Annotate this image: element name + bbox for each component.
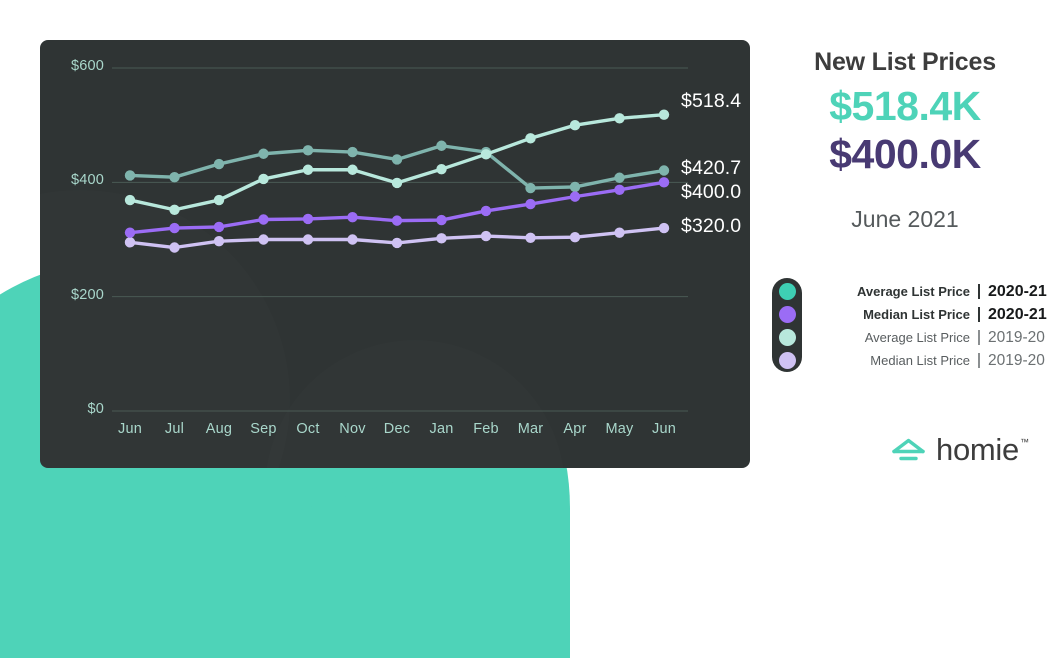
page-title: New List Prices xyxy=(814,48,996,76)
data-point xyxy=(569,119,581,131)
legend-year: 2019-20 xyxy=(988,328,1045,346)
period-label: June 2021 xyxy=(851,206,959,232)
data-point xyxy=(658,165,670,176)
legend-row[interactable]: Average List Price 2019-20 xyxy=(808,326,1056,349)
data-point xyxy=(614,184,625,195)
legend-color-dot xyxy=(779,329,796,346)
legend-color-dot xyxy=(779,352,796,369)
logo-wordmark: homie xyxy=(936,432,1019,467)
data-point xyxy=(658,222,670,234)
data-point xyxy=(213,194,225,206)
legend-year: 2019-20 xyxy=(988,351,1045,369)
legend-year: 2020-21 xyxy=(988,282,1047,300)
legend-divider xyxy=(978,353,980,368)
series-end-value: $518.4 xyxy=(681,89,742,112)
legend-divider xyxy=(978,307,980,322)
data-point xyxy=(436,214,447,226)
chart-legend: Average List Price 2020-21 Median List Pri… xyxy=(766,272,1056,378)
data-point xyxy=(213,158,225,170)
data-point xyxy=(347,212,358,223)
data-point xyxy=(525,232,536,243)
legend-divider xyxy=(978,330,980,345)
data-point xyxy=(302,145,314,156)
data-point xyxy=(169,171,180,183)
data-point xyxy=(436,233,447,244)
y-axis-tick-label: $600 xyxy=(70,58,104,74)
x-axis-tick-label: Jun xyxy=(652,421,676,437)
data-point xyxy=(436,163,447,175)
data-point xyxy=(525,182,536,194)
legend-series-name: Average List Price xyxy=(864,330,970,345)
y-axis-tick-label: $200 xyxy=(70,286,104,303)
data-point xyxy=(569,181,581,193)
data-point xyxy=(213,236,225,247)
legend-row[interactable]: Average List Price 2020-21 xyxy=(808,280,1056,303)
data-point xyxy=(525,198,536,210)
data-point xyxy=(436,140,447,151)
homie-logo: homie ™ xyxy=(890,432,1029,468)
series-end-value: $320.0 xyxy=(681,215,742,238)
data-point xyxy=(391,177,403,189)
data-point xyxy=(258,214,269,225)
data-point xyxy=(347,164,358,175)
legend-color-dot xyxy=(779,306,796,323)
y-axis-tick-label: $400 xyxy=(70,172,104,189)
data-point xyxy=(124,227,136,238)
data-point xyxy=(169,204,180,215)
legend-year: 2020-21 xyxy=(988,305,1047,323)
median-price-value: $400.0K xyxy=(829,131,981,177)
data-point xyxy=(480,149,492,160)
data-point xyxy=(525,133,536,144)
logo-trademark: ™ xyxy=(1019,437,1029,447)
data-point xyxy=(258,234,269,245)
data-point xyxy=(169,242,180,253)
data-point xyxy=(569,232,581,243)
average-price-value: $518.4K xyxy=(829,83,981,129)
data-point xyxy=(614,172,625,183)
data-point xyxy=(569,191,581,202)
legend-series-name: Average List Price xyxy=(857,284,970,299)
data-point xyxy=(391,237,403,249)
data-point xyxy=(391,154,403,165)
y-axis-tick-label: $0 xyxy=(87,401,104,417)
series-end-value: $420.7 xyxy=(681,157,742,180)
legend-color-dot xyxy=(779,283,796,300)
data-point xyxy=(614,113,625,124)
legend-divider xyxy=(978,284,980,299)
house-roof-icon xyxy=(892,438,925,461)
data-point xyxy=(213,221,225,233)
legend-row[interactable]: Median List Price 2019-20 xyxy=(808,349,1056,372)
data-point xyxy=(347,234,358,245)
legend-row[interactable]: Median List Price 2020-21 xyxy=(808,303,1056,326)
data-point xyxy=(480,205,492,217)
summary-column: New List Prices $518.4K $400.0K June 202… xyxy=(760,0,1060,510)
data-point xyxy=(347,146,358,158)
data-point xyxy=(614,227,625,238)
data-point xyxy=(658,109,670,120)
series-end-value: $400.0 xyxy=(681,181,742,204)
legend-series-name: Median List Price xyxy=(863,307,970,322)
data-point xyxy=(258,173,269,185)
data-point xyxy=(658,177,670,188)
data-point xyxy=(302,164,314,175)
data-point xyxy=(124,194,136,206)
data-point xyxy=(258,148,269,159)
data-point xyxy=(124,237,136,248)
chart-panel: $0 $200 $400 $600 Jun Jul Aug Sep Oct Nov Dec Jan Fe… xyxy=(40,40,750,468)
line-chart-plot xyxy=(112,67,688,412)
data-point xyxy=(124,170,136,181)
data-point xyxy=(302,234,314,245)
data-point xyxy=(391,215,403,226)
data-point xyxy=(480,230,492,242)
data-point xyxy=(169,222,180,234)
legend-series-name: Median List Price xyxy=(870,353,970,368)
data-point xyxy=(302,213,314,225)
